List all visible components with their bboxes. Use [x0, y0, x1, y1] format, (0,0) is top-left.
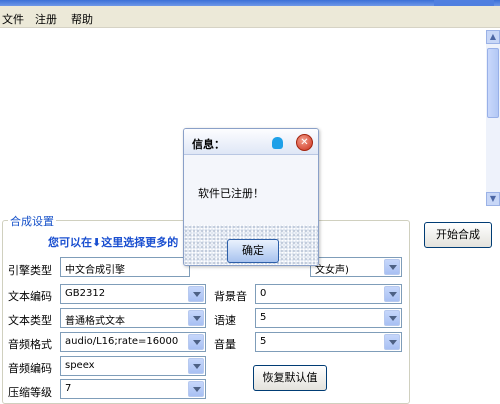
chevron-down-icon[interactable]	[188, 310, 204, 326]
chevron-down-icon[interactable]	[384, 334, 400, 350]
scroll-up-icon[interactable]: ▲	[486, 30, 500, 44]
chevron-down-icon[interactable]	[384, 259, 400, 275]
chevron-down-icon[interactable]	[188, 358, 204, 374]
close-icon[interactable]: ✕	[296, 134, 313, 151]
dialog-title: 信息：	[192, 138, 225, 151]
menu-bar: 文件 注册 帮助	[0, 6, 500, 28]
vertical-scrollbar[interactable]: ▲ ▼	[486, 30, 500, 206]
group-title: 合成设置	[8, 213, 56, 229]
menu-file[interactable]: 文件	[2, 11, 24, 27]
ok-button[interactable]: 确定	[227, 239, 279, 263]
speed-label: 语速	[214, 314, 236, 327]
audio-format-select[interactable]: audio/L16;rate=16000	[60, 332, 206, 352]
info-dialog: 信息： ✕ 软件已注册！ 确定	[183, 128, 319, 266]
volume-label: 音量	[214, 338, 236, 351]
menu-help[interactable]: 帮助	[71, 11, 93, 27]
bg-sound-label: 背景音	[214, 290, 247, 303]
menu-register[interactable]: 注册	[35, 11, 57, 27]
compression-level-label: 压缩等级	[8, 386, 52, 399]
audio-encoding-label: 音频编码	[8, 362, 52, 375]
chevron-down-icon[interactable]	[384, 286, 400, 302]
chevron-down-icon[interactable]	[188, 381, 204, 397]
chevron-down-icon[interactable]	[384, 310, 400, 326]
more-options-hint[interactable]: 您可以在⬇这里选择更多的	[48, 234, 178, 250]
scroll-down-icon[interactable]: ▼	[486, 192, 500, 206]
chevron-down-icon[interactable]	[188, 334, 204, 350]
compression-level-select[interactable]: 7	[60, 379, 206, 399]
bg-sound-select[interactable]: 0	[255, 284, 402, 304]
start-synthesis-button[interactable]: 开始合成	[424, 222, 492, 248]
text-encoding-select[interactable]: GB2312	[60, 284, 206, 304]
chevron-down-icon[interactable]	[188, 286, 204, 302]
audio-format-label: 音频格式	[8, 338, 52, 351]
engine-type-select[interactable]: 中文合成引擎	[60, 257, 190, 277]
volume-select[interactable]: 5	[255, 332, 402, 352]
voice-select[interactable]: 文女声)	[310, 257, 402, 277]
speed-select[interactable]: 5	[255, 308, 402, 328]
restore-default-button[interactable]: 恢复默认值	[253, 365, 327, 391]
dialog-message: 软件已注册！	[198, 187, 264, 200]
info-icon	[272, 137, 283, 149]
scrollbar-thumb[interactable]	[487, 48, 499, 118]
text-type-select[interactable]: 普通格式文本	[60, 308, 206, 328]
text-type-label: 文本类型	[8, 314, 52, 327]
audio-encoding-select[interactable]: speex	[60, 356, 206, 376]
engine-type-label: 引擎类型	[8, 264, 52, 277]
text-encoding-label: 文本编码	[8, 290, 52, 303]
